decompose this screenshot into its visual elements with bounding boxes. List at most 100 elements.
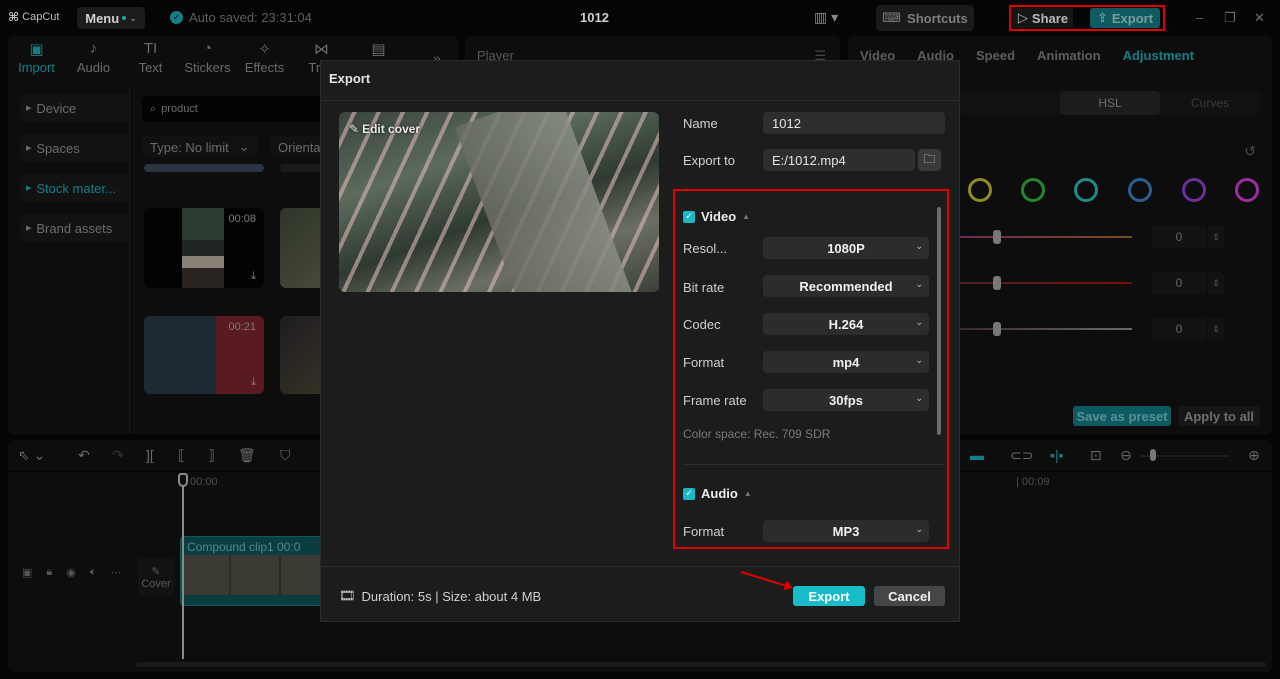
- save-as-preset-button[interactable]: Save as preset: [1073, 406, 1171, 426]
- download-icon[interactable]: ⤓: [251, 376, 256, 389]
- split-icon[interactable]: ][: [146, 447, 154, 463]
- media-thumbnail[interactable]: [144, 164, 264, 172]
- shortcuts-button[interactable]: ⌨ Shortcuts: [876, 5, 974, 31]
- tab-import[interactable]: ▣ Import: [8, 36, 65, 86]
- delete-icon[interactable]: 🗑: [238, 447, 256, 464]
- track-video-icon[interactable]: ▣: [22, 566, 32, 579]
- menu-button[interactable]: Menu ⌄: [77, 7, 145, 29]
- zoom-slider-handle[interactable]: [1150, 449, 1156, 461]
- tab-effects[interactable]: ✧ Effects: [236, 36, 293, 86]
- share-button[interactable]: ▷ Share: [1013, 8, 1073, 28]
- caret-up-icon[interactable]: ▲: [742, 212, 750, 221]
- speaker-icon[interactable]: 🔈︎: [90, 566, 97, 579]
- sub-tab-curves[interactable]: Curves: [1160, 91, 1260, 115]
- restore-button[interactable]: ❐: [1224, 10, 1236, 26]
- minimize-button[interactable]: –: [1196, 10, 1203, 25]
- slider-handle[interactable]: [993, 276, 1001, 290]
- luminance-value-input[interactable]: 0: [1152, 318, 1206, 340]
- more-icon[interactable]: ⋯: [110, 566, 121, 579]
- settings-scrollbar[interactable]: [937, 207, 941, 435]
- link-icon[interactable]: ⊂⊃: [1010, 447, 1033, 464]
- sub-tab-hsl[interactable]: HSL: [1060, 91, 1160, 115]
- edit-cover-button[interactable]: ✎ Edit cover: [349, 122, 420, 136]
- resolution-select[interactable]: 1080P ⌄: [763, 237, 929, 259]
- split-right-icon[interactable]: ⟧: [208, 447, 215, 464]
- side-item-spaces[interactable]: ▶ Spaces: [20, 134, 128, 162]
- lock-icon[interactable]: 🔒︎: [46, 566, 52, 579]
- export-button[interactable]: Export: [793, 586, 865, 606]
- saturation-slider[interactable]: 0 ⇕: [960, 272, 1260, 294]
- undo-icon[interactable]: ↶: [78, 447, 90, 464]
- chevron-down-icon: ⌄: [129, 12, 137, 23]
- stepper-icon[interactable]: ⇕: [1208, 272, 1224, 294]
- zoom-in-icon[interactable]: ⊕: [1248, 447, 1260, 464]
- media-thumbnail[interactable]: 00:21 ⤓: [144, 316, 264, 394]
- caret-up-icon[interactable]: ▲: [744, 489, 752, 498]
- reset-icon[interactable]: ↺: [1244, 143, 1256, 160]
- cancel-button[interactable]: Cancel: [874, 586, 945, 606]
- timeline-clip[interactable]: Compound clip1 00:0: [180, 536, 330, 606]
- hsl-color-cyan[interactable]: [1074, 178, 1098, 202]
- split-left-icon[interactable]: ⟦: [178, 447, 185, 464]
- tab-speed[interactable]: Speed: [976, 48, 1015, 63]
- zoom-out-icon[interactable]: ⊖: [1120, 447, 1132, 464]
- export-path-input[interactable]: E:/1012.mp4: [763, 149, 915, 171]
- download-icon[interactable]: ⤓: [251, 270, 256, 283]
- tab-text[interactable]: TI Text: [122, 36, 179, 86]
- hsl-color-green[interactable]: [1021, 178, 1045, 202]
- name-input[interactable]: 1012: [763, 112, 945, 134]
- marker-icon[interactable]: ⛉: [280, 447, 291, 464]
- cover-preview[interactable]: ✎ Edit cover: [339, 112, 659, 292]
- stepper-icon[interactable]: ⇕: [1208, 226, 1224, 248]
- bitrate-select[interactable]: Recommended ⌄: [763, 275, 929, 297]
- layout-icon[interactable]: ▥ ▾: [814, 9, 838, 26]
- slider-handle[interactable]: [993, 322, 1001, 336]
- side-item-label: Device: [36, 100, 77, 116]
- folder-icon[interactable]: 🗀: [918, 149, 941, 171]
- luminance-slider[interactable]: 0 ⇕: [960, 318, 1260, 340]
- tab-animation[interactable]: Animation: [1037, 48, 1101, 63]
- hsl-color-magenta[interactable]: [1235, 178, 1259, 202]
- select-value: 1080P: [827, 240, 865, 256]
- hsl-color-blue[interactable]: [1128, 178, 1152, 202]
- framerate-select[interactable]: 30fps ⌄: [763, 389, 929, 411]
- codec-select[interactable]: H.264 ⌄: [763, 313, 929, 335]
- tab-audio[interactable]: ♪ Audio: [65, 36, 122, 86]
- apply-to-all-button[interactable]: Apply to all: [1178, 406, 1260, 426]
- side-item-stock-material[interactable]: ▶ Stock mater...: [20, 174, 128, 202]
- audio-section-header[interactable]: ✓ Audio ▲: [683, 486, 752, 501]
- audio-format-select[interactable]: MP3 ⌄: [763, 520, 929, 542]
- share-label: Share: [1031, 10, 1069, 26]
- slider-handle[interactable]: [993, 230, 1001, 244]
- side-item-brand-assets[interactable]: ▶ Brand assets: [20, 214, 128, 242]
- playhead[interactable]: [182, 474, 184, 659]
- zoom-fit-icon[interactable]: ⊡: [1090, 447, 1102, 464]
- saturation-value-input[interactable]: 0: [1152, 272, 1206, 294]
- close-button[interactable]: ✕: [1254, 10, 1265, 26]
- playhead-handle[interactable]: [178, 473, 188, 487]
- tab-stickers[interactable]: ◔ Stickers: [179, 36, 236, 86]
- audio-checkbox[interactable]: ✓: [683, 487, 695, 500]
- eye-icon[interactable]: ◉: [66, 566, 76, 579]
- hue-value-input[interactable]: 0: [1152, 226, 1206, 248]
- hue-slider[interactable]: 0 ⇕: [960, 226, 1260, 248]
- capcut-logo: ⌘ CapCut: [8, 10, 59, 24]
- format-select[interactable]: mp4 ⌄: [763, 351, 929, 373]
- export-top-button[interactable]: ⇪ Export: [1090, 8, 1160, 28]
- stepper-icon[interactable]: ⇕: [1208, 318, 1224, 340]
- select-cursor-icon[interactable]: ⇖ ⌄: [18, 447, 45, 464]
- timeline-scrollbar[interactable]: [136, 662, 1266, 667]
- magnet-snap-icon[interactable]: ▬: [970, 447, 984, 463]
- redo-icon[interactable]: ↷: [112, 447, 124, 464]
- video-section-header[interactable]: ✓ Video ▲: [683, 209, 750, 224]
- type-filter-dropdown[interactable]: Type: No limit ⌄: [142, 136, 258, 158]
- preview-axis-icon[interactable]: ▪|▪: [1050, 447, 1064, 463]
- cover-button[interactable]: ✎ Cover: [138, 558, 174, 596]
- video-checkbox[interactable]: ✓: [683, 210, 695, 223]
- media-thumbnail[interactable]: 00:08 ⤓: [144, 208, 264, 288]
- tab-adjustment[interactable]: Adjustment: [1123, 48, 1195, 63]
- hsl-color-purple[interactable]: [1182, 178, 1206, 202]
- side-item-device[interactable]: ▶ Device: [20, 94, 128, 122]
- hsl-color-yellow[interactable]: [968, 178, 992, 202]
- sub-tab-basic[interactable]: [960, 91, 1060, 115]
